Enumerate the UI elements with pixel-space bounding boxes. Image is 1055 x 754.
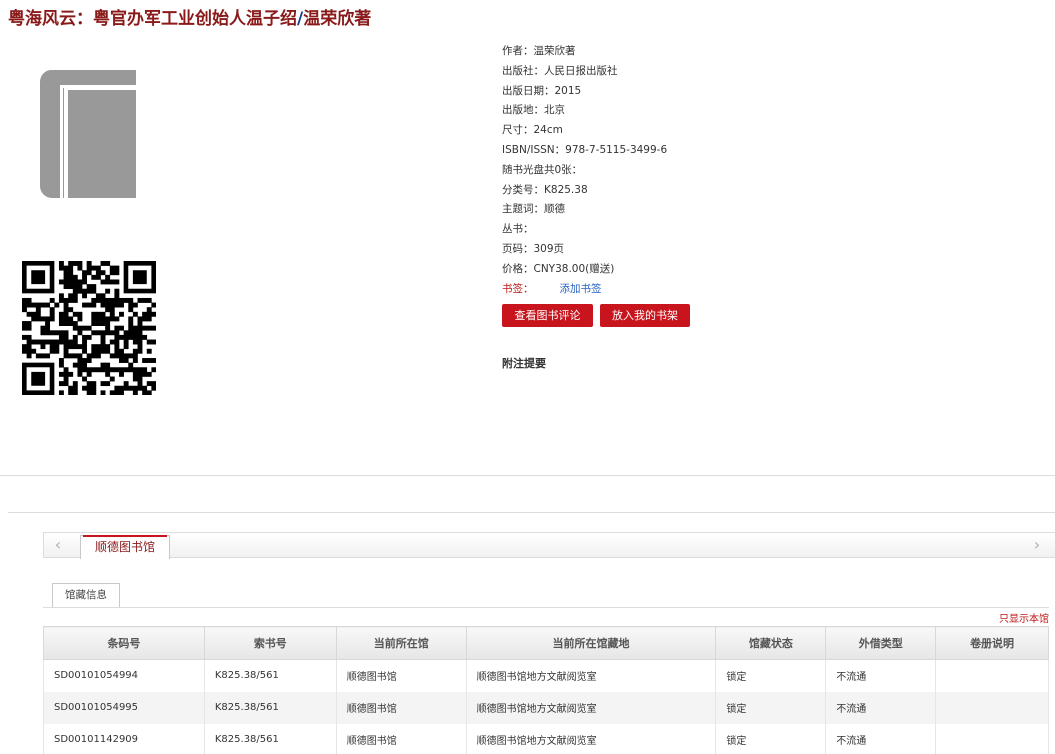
table-cell: 不流通	[825, 659, 937, 692]
column-header[interactable]: 当前所在馆藏地	[465, 626, 717, 660]
bookmark-row: 书签： 添加书签	[502, 280, 667, 300]
meta-value: 北京	[544, 104, 565, 117]
meta-row: 主题词：顺德	[502, 200, 667, 220]
table-row: SD00101054995 K825.38/561 顺德图书馆 顺德图书馆地方文献阅览…	[43, 691, 1049, 724]
meta-row: 随书光盘共0张：	[502, 161, 667, 181]
column-header[interactable]: 索书号	[203, 626, 337, 660]
meta-value: K825.38	[544, 183, 588, 196]
tab-library[interactable]: 顺德图书馆	[80, 535, 170, 559]
view-reviews-button[interactable]: 查看图书评论	[502, 304, 593, 327]
show-this-library-link[interactable]: 只显示本馆	[999, 610, 1049, 625]
column-header[interactable]: 当前所在馆	[335, 626, 467, 660]
table-cell: 不流通	[825, 691, 937, 724]
table-cell: 顺德图书馆地方文献阅览室	[465, 659, 717, 692]
qr-code-icon	[22, 261, 156, 395]
meta-label: 丛书：	[502, 223, 534, 236]
meta-value: 309页	[533, 242, 565, 255]
meta-label: 价格：	[502, 262, 534, 275]
table-cell: K825.38/561	[203, 723, 337, 754]
meta-row: 分类号：K825.38	[502, 181, 667, 201]
tab-scroll-right-icon[interactable]: ›	[1025, 533, 1049, 557]
meta-row: 出版社：人民日报出版社	[502, 62, 667, 82]
column-header[interactable]: 卷册说明	[935, 626, 1049, 660]
library-tabstrip: ‹ 顺德图书馆 ›	[43, 532, 1055, 559]
table-cell	[935, 691, 1049, 724]
meta-row: 出版地：北京	[502, 101, 667, 121]
table-cell: SD00101142909	[43, 723, 205, 754]
book-cover-icon	[39, 70, 137, 198]
table-header-row: 条码号 索书号 当前所在馆 当前所在馆藏地 馆藏状态 外借类型 卷册说明	[43, 626, 1049, 660]
meta-row: ISBN/ISSN：978-7-5115-3499-6	[502, 141, 667, 161]
meta-row: 作者：温荣欣著	[502, 42, 667, 62]
meta-label: ISBN/ISSN：	[502, 143, 566, 156]
table-cell: 锁定	[715, 659, 827, 692]
book-metadata: 作者：温荣欣著 出版社：人民日报出版社 出版日期：2015 出版地：北京 尺寸：24cm…	[502, 42, 667, 299]
meta-label: 作者：	[502, 45, 534, 57]
book-title: 粤海风云：粤官办军工业创始人温子绍	[8, 9, 297, 29]
table-cell: 顺德图书馆地方文献阅览室	[465, 691, 717, 724]
book-author-title: 温荣欣著	[303, 9, 372, 29]
table-cell: 顺德图书馆	[335, 691, 467, 724]
meta-label: 随书光盘共0张：	[502, 163, 583, 176]
table-row: SD00101054994 K825.38/561 顺德图书馆 顺德图书馆地方文献阅览…	[43, 659, 1049, 692]
table-cell: 顺德图书馆地方文献阅览室	[465, 723, 717, 754]
meta-value: 978-7-5115-3499-6	[565, 143, 668, 156]
meta-label: 出版地：	[502, 104, 544, 117]
meta-value: 顺德	[544, 203, 565, 216]
column-header[interactable]: 外借类型	[825, 626, 937, 660]
holdings-table: 条码号 索书号 当前所在馆 当前所在馆藏地 馆藏状态 外借类型 卷册说明 SD0010105…	[43, 626, 1049, 754]
bookmark-label: 书签：	[502, 282, 534, 295]
tab-scroll-left-icon[interactable]: ‹	[46, 533, 70, 557]
meta-row: 价格：CNY38.00(赠送)	[502, 260, 667, 280]
meta-value: 24cm	[533, 124, 563, 137]
table-cell: K825.38/561	[203, 691, 337, 724]
section-divider	[0, 475, 1055, 476]
table-cell: 锁定	[715, 723, 827, 754]
table-cell: 不流通	[825, 723, 937, 754]
meta-label: 页码：	[502, 242, 534, 255]
column-header[interactable]: 馆藏状态	[715, 626, 827, 660]
add-to-shelf-button[interactable]: 放入我的书架	[600, 304, 690, 327]
table-cell: SD00101054995	[43, 691, 205, 724]
table-cell: K825.38/561	[203, 659, 337, 692]
table-cell	[935, 723, 1049, 754]
meta-row: 页码：309页	[502, 240, 667, 260]
meta-row: 出版日期：2015	[502, 82, 667, 102]
subtab-divider	[43, 607, 1049, 608]
meta-label: 主题词：	[502, 203, 544, 216]
meta-value: 2015	[554, 84, 582, 97]
column-header[interactable]: 条码号	[43, 626, 205, 660]
notes-heading: 附注提要	[502, 357, 546, 370]
meta-label: 出版日期：	[502, 84, 555, 97]
meta-row: 丛书：	[502, 220, 667, 240]
add-bookmark-link[interactable]: 添加书签	[560, 283, 602, 295]
meta-label: 分类号：	[502, 183, 544, 196]
meta-value: 人民日报出版社	[544, 64, 618, 77]
meta-value: 温荣欣著	[533, 45, 576, 57]
page-title: 粤海风云：粤官办军工业创始人温子绍/温荣欣著	[8, 4, 371, 29]
table-cell: SD00101054994	[43, 659, 205, 692]
table-cell: 顺德图书馆	[335, 659, 467, 692]
table-cell: 顺德图书馆	[335, 723, 467, 754]
meta-label: 出版社：	[502, 64, 544, 77]
table-cell	[935, 659, 1049, 692]
meta-label: 尺寸：	[502, 124, 534, 137]
tab-holdings-info[interactable]: 馆藏信息	[52, 583, 120, 608]
meta-row: 尺寸：24cm	[502, 121, 667, 141]
meta-value: CNY38.00(赠送)	[533, 262, 615, 275]
table-cell: 锁定	[715, 691, 827, 724]
table-row: SD00101142909 K825.38/561 顺德图书馆 顺德图书馆地方文献阅览…	[43, 723, 1049, 754]
